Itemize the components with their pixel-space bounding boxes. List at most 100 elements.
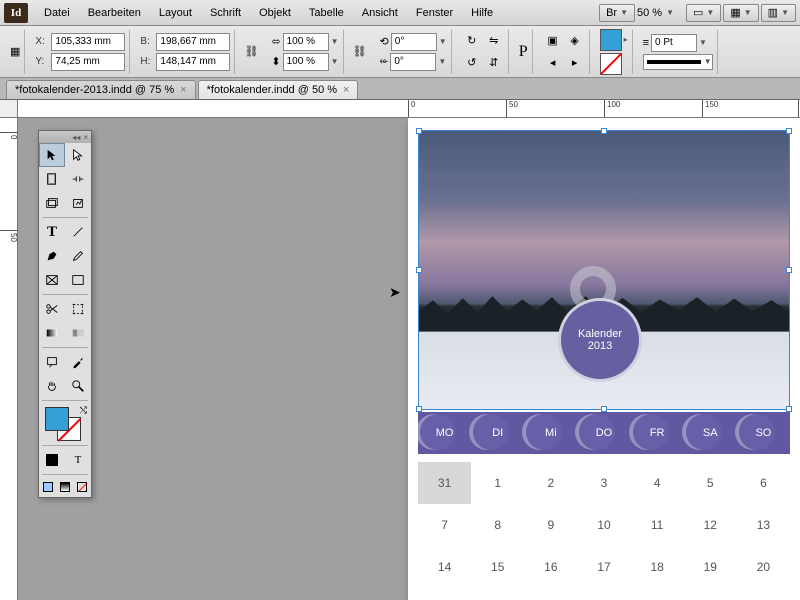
scissors-tool[interactable] xyxy=(39,297,65,321)
cal-cell: 20 xyxy=(737,546,790,588)
flip-h-icon[interactable]: ⇋ xyxy=(484,31,504,51)
workspace-button[interactable]: ▥▼ xyxy=(761,4,796,22)
eyedropper-tool[interactable] xyxy=(65,350,91,374)
day-sa: SA xyxy=(684,412,737,454)
scale-y-icon: ⬍ xyxy=(271,55,280,68)
y-label: Y: xyxy=(35,56,49,67)
next-object-icon[interactable]: ▸ xyxy=(565,53,585,73)
app-logo: Id xyxy=(4,3,28,23)
toolbox: ◂◂× T xyxy=(38,130,92,498)
zoom-tool[interactable] xyxy=(65,374,91,398)
direct-selection-tool[interactable] xyxy=(65,143,91,167)
menubar: Id Datei Bearbeiten Layout Schrift Objek… xyxy=(0,0,800,26)
stroke-style-select[interactable]: ▼ xyxy=(643,54,713,70)
menu-schrift[interactable]: Schrift xyxy=(202,4,249,22)
cal-cell: 14 xyxy=(418,546,471,588)
rotate-ccw-icon[interactable]: ↺ xyxy=(462,53,482,73)
badge-title: Kalender xyxy=(578,328,622,340)
tab-1[interactable]: *fotokalender.indd @ 50 %× xyxy=(198,80,359,99)
cal-cell: 7 xyxy=(418,504,471,546)
cal-cell: 15 xyxy=(471,546,524,588)
bridge-button[interactable]: Br▼ xyxy=(599,4,635,22)
screen-mode-button[interactable]: ▭▼ xyxy=(686,4,721,22)
page-tool[interactable] xyxy=(39,167,65,191)
h-input[interactable] xyxy=(156,53,230,71)
day-so: SO xyxy=(737,412,790,454)
prev-object-icon[interactable]: ◂ xyxy=(543,53,563,73)
content-collector-tool[interactable] xyxy=(39,191,65,215)
x-input[interactable] xyxy=(51,33,125,51)
rotate-input[interactable] xyxy=(391,33,437,51)
gradient-swatch-tool[interactable] xyxy=(39,321,65,345)
shear-icon: ⬰ xyxy=(380,55,389,68)
scale-y-input[interactable] xyxy=(283,53,329,71)
menu-fenster[interactable]: Fenster xyxy=(408,4,461,22)
zoom-select[interactable]: 50 %▼ xyxy=(637,7,674,19)
w-input[interactable] xyxy=(156,33,230,51)
stroke-swatch[interactable] xyxy=(600,53,622,75)
selection-tool[interactable] xyxy=(39,143,65,167)
constrain-scale-icon[interactable]: ⛓ xyxy=(350,42,370,62)
control-bar: ▦ X: Y: B: H: ⛓ ⬄▼ ⬍▼ ⛓ ⟲▼ ⬰▼ ↻⇋ ↺⇵ P ▣◈… xyxy=(0,26,800,78)
day-di: DI xyxy=(471,412,524,454)
type-tool[interactable]: T xyxy=(39,220,65,244)
rotate-icon: ⟲ xyxy=(380,35,389,48)
free-transform-tool[interactable] xyxy=(65,297,91,321)
select-content-icon[interactable]: ◈ xyxy=(565,31,585,51)
ruler-vertical[interactable]: 0 50 xyxy=(0,118,18,600)
menu-objekt[interactable]: Objekt xyxy=(251,4,299,22)
weekday-row: MO DI Mi DO FR SA SO xyxy=(418,412,790,454)
close-icon[interactable]: × xyxy=(180,84,186,96)
swap-colors-icon[interactable]: ⤭ xyxy=(80,405,87,416)
shear-input[interactable] xyxy=(390,53,436,71)
content-placer-tool[interactable] xyxy=(65,191,91,215)
ruler-origin[interactable] xyxy=(0,100,18,118)
w-label: B: xyxy=(140,36,154,47)
constrain-wh-icon[interactable]: ⛓ xyxy=(241,42,261,62)
hand-tool[interactable] xyxy=(39,374,65,398)
close-icon[interactable]: × xyxy=(343,84,349,96)
stroke-weight-input[interactable] xyxy=(651,34,697,52)
gradient-feather-tool[interactable] xyxy=(65,321,91,345)
ref-point-icon[interactable]: ▦ xyxy=(10,45,20,58)
menu-datei[interactable]: Datei xyxy=(36,4,78,22)
note-tool[interactable] xyxy=(39,350,65,374)
line-tool[interactable] xyxy=(65,220,91,244)
apply-none-icon[interactable] xyxy=(74,477,91,497)
formatting-text-icon[interactable]: T xyxy=(65,448,91,472)
day-mo: MO xyxy=(418,412,471,454)
flip-v-icon[interactable]: ⇵ xyxy=(484,53,504,73)
preview-view-icon[interactable] xyxy=(56,477,73,497)
close-icon: × xyxy=(83,133,88,142)
menu-layout[interactable]: Layout xyxy=(151,4,200,22)
select-container-icon[interactable]: ▣ xyxy=(543,31,563,51)
screen-mode-icon: ▭ xyxy=(693,6,703,19)
fill-color[interactable] xyxy=(45,407,69,431)
menu-tabelle[interactable]: Tabelle xyxy=(301,4,352,22)
tab-0[interactable]: *fotokalender-2013.indd @ 75 %× xyxy=(6,80,196,99)
pencil-tool[interactable] xyxy=(65,244,91,268)
canvas[interactable]: Kalender 2013 MO DI Mi DO FR SA SO 31 1 … xyxy=(18,118,800,600)
stroke-weight-icon: ≡ xyxy=(643,37,649,49)
menu-ansicht[interactable]: Ansicht xyxy=(354,4,406,22)
menu-hilfe[interactable]: Hilfe xyxy=(463,4,501,22)
scale-x-input[interactable] xyxy=(283,33,329,51)
rotate-cw-icon[interactable]: ↻ xyxy=(462,31,482,51)
cal-cell: 31 xyxy=(418,462,471,504)
y-input[interactable] xyxy=(51,53,125,71)
ruler-horizontal[interactable]: 0 50 100 150 200 xyxy=(18,100,800,118)
rectangle-frame-tool[interactable] xyxy=(39,268,65,292)
fill-swatch[interactable] xyxy=(600,29,622,51)
cal-cell: 17 xyxy=(577,546,630,588)
toolbox-header[interactable]: ◂◂× xyxy=(39,131,91,143)
arrange-button[interactable]: ▦▼ xyxy=(723,4,758,22)
normal-view-icon[interactable] xyxy=(39,477,56,497)
rectangle-tool[interactable] xyxy=(65,268,91,292)
day-mi: Mi xyxy=(524,412,577,454)
apply-color-icon[interactable] xyxy=(39,448,65,472)
pen-tool[interactable] xyxy=(39,244,65,268)
char-panel-icon[interactable]: P xyxy=(519,43,528,61)
menu-bearbeiten[interactable]: Bearbeiten xyxy=(80,4,149,22)
gap-tool[interactable] xyxy=(65,167,91,191)
cal-cell: 19 xyxy=(684,546,737,588)
